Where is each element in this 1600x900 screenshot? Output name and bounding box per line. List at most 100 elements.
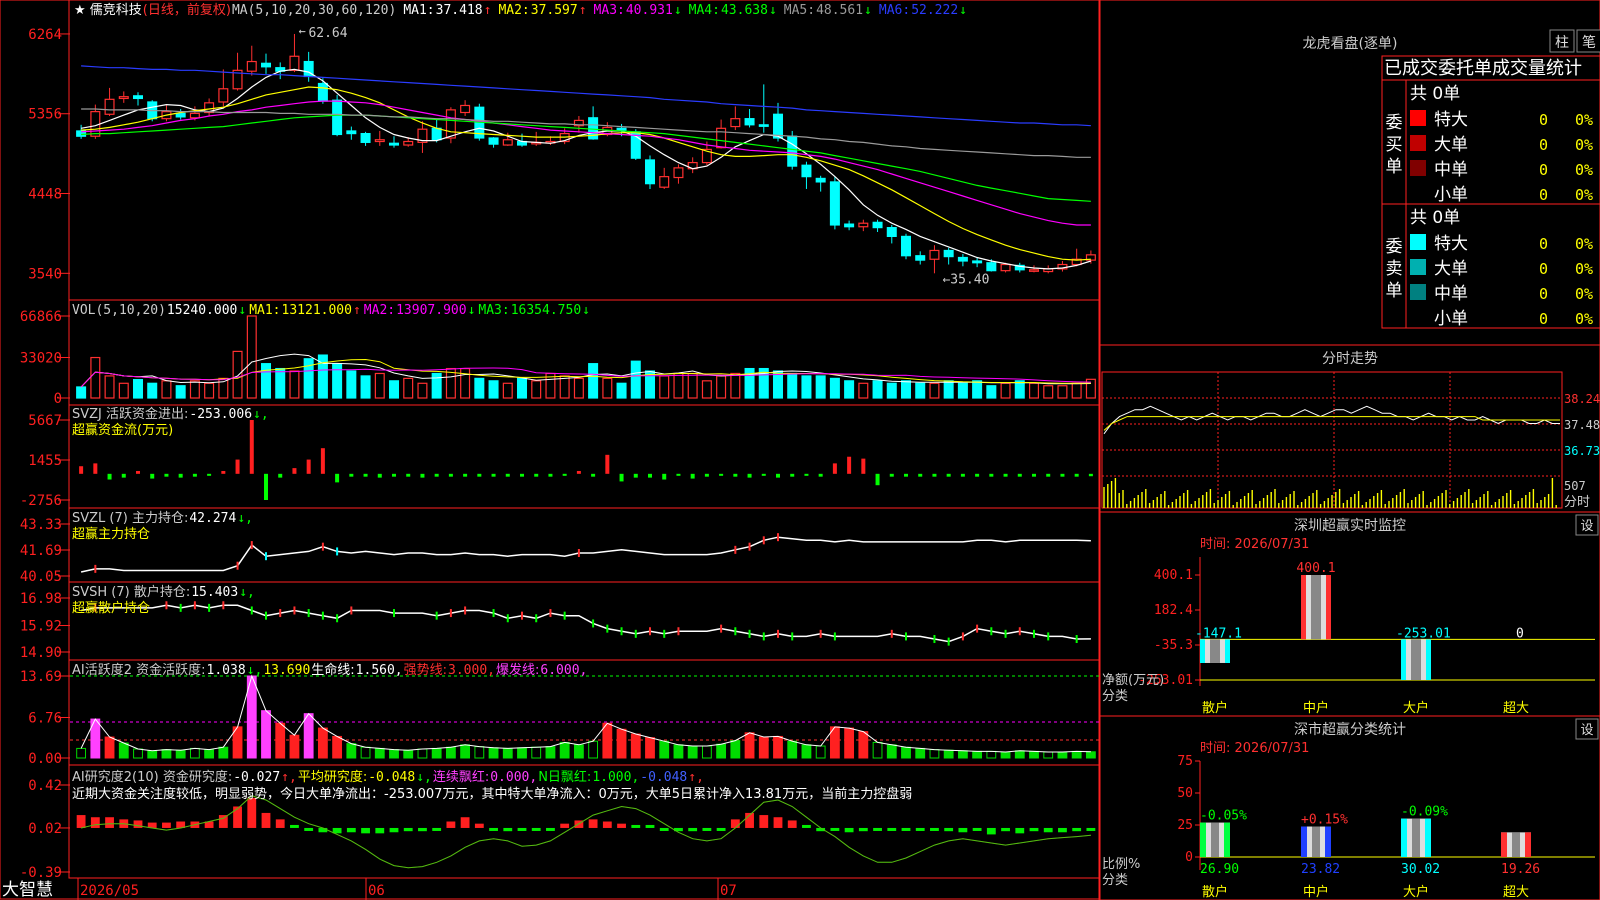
ai1-bar [389,749,399,759]
candle [289,55,300,71]
ai2-bar [730,819,740,828]
svzj-bar [605,454,610,474]
candle [246,60,257,72]
stats-change-label: -0.05% [1200,809,1247,824]
svzj-axis-label: 5667 [28,413,62,429]
svsh-subtitle: 超赢散户持仓 [72,600,150,616]
ai2-bar [659,827,669,831]
lhb-sell-color-swatch [1410,259,1426,275]
svzj-bar [889,473,894,477]
volume-bar [417,382,428,399]
ai2-axis-label: 0.42 [28,778,62,794]
lhb-buy-color-swatch [1410,185,1426,201]
candle [943,249,954,258]
lhb-sell-row-pct: 0% [1575,260,1593,278]
svzj-bar [463,473,468,477]
ma6-arrow: ↓ [959,3,967,18]
volume-bar [374,372,385,399]
ai2-nred-value: 1.000, [592,770,639,785]
volume-bar [1000,382,1011,399]
lhb-buy-row-value: 0 [1539,111,1548,129]
vol-ma2-arrow: ↓ [468,303,476,318]
monitor-title: 深圳超赢实时监控 [1294,517,1406,534]
svzj-bar [221,470,226,474]
svzj-bar [406,473,411,477]
monitor-category-label: 大户 [1403,700,1429,716]
ai2-bar [958,827,968,833]
volume-bar [502,382,513,399]
ai1-bar [502,747,513,759]
svzj-bar [648,473,652,478]
volume-bar [1043,385,1054,399]
price-axis-label: 4448 [28,187,62,203]
svzl-axis-label: 40.05 [20,569,62,585]
vol-ma2-value: 13907.900 [396,303,466,318]
svzj-bar [619,473,624,482]
ai1-bar [374,747,385,759]
high-price-label: 62.64 [308,26,347,41]
svzj-bar [377,473,382,478]
ai1-bar [218,746,229,759]
candle [972,260,983,264]
lhb-buy-side-char: 单 [1386,157,1403,177]
stats-bar-edge [1401,818,1407,857]
brand-logo-text: 大智慧 [2,880,53,900]
ma-params: MA(5,10,20,30,60,120) [232,3,396,18]
ma1-arrow: ↑ [484,3,492,18]
svzj-bar [804,473,809,476]
svzj-bar [264,473,268,500]
svzj-bar [192,473,197,477]
date-label: 2026/05 [80,883,139,899]
volume-bar [431,372,442,399]
candle [758,124,769,127]
stats-value-label: 19.26 [1501,862,1540,877]
vol-axis-label: 66866 [20,309,62,325]
volume-bar [360,375,371,399]
vol-ma1-value: 13121.000 [282,303,352,318]
lhb-buy-row-name: 中单 [1434,160,1468,180]
ai1-bar [1057,751,1068,759]
ma1-label: MA1: [403,3,434,18]
ai1-bar [474,746,485,759]
ai1-life-value: 1.560, [356,663,403,678]
ai2-bar [873,827,882,831]
vol-ma1-label: MA1: [249,303,280,318]
ai2-bar [460,817,470,828]
svzj-bar [761,473,766,476]
candle [744,118,755,126]
volume-bar [260,363,272,399]
stats-axis-label: 0 [1185,850,1193,865]
svzj-bar [534,473,539,477]
volume-bar [516,377,528,399]
ai2-bar [446,821,456,828]
volume-bar [730,372,741,399]
ai2-bar [631,824,641,828]
lhb-buy-color-swatch [1410,160,1426,176]
ai1-bar [189,747,200,759]
stats-bar-edge [1224,822,1230,857]
candle [616,127,627,131]
monitor-bar-core [1210,639,1220,663]
ai2-note: 近期大资金关注度较低，明显弱势，今日大单净流出：-253.007万元，其中特大单… [72,786,912,802]
ai2-arrow1: ↑, [281,770,297,785]
ai2-bar [560,823,570,828]
volume-bar [716,375,727,399]
volume-bar [872,380,883,399]
ai2-bar [830,827,840,831]
ai2-bar [261,812,271,828]
ai2-bar [503,827,513,832]
svzj-bar [292,468,297,474]
lhb-sell-row-value: 0 [1539,260,1548,278]
fenshi-axis-label: 38.24 [1564,392,1600,406]
vol-value: 15240.000 [167,303,237,318]
monitor-bar-core [1411,639,1421,680]
candle [929,249,940,260]
ai2-bar [645,824,655,828]
ai1-bar [303,713,314,759]
svzj-bar [591,473,596,477]
ai1-bar [1043,751,1054,759]
svzj-bar [363,473,368,477]
volume-bar [957,382,968,399]
svzj-bar [420,473,425,478]
volume-bar [886,382,897,399]
